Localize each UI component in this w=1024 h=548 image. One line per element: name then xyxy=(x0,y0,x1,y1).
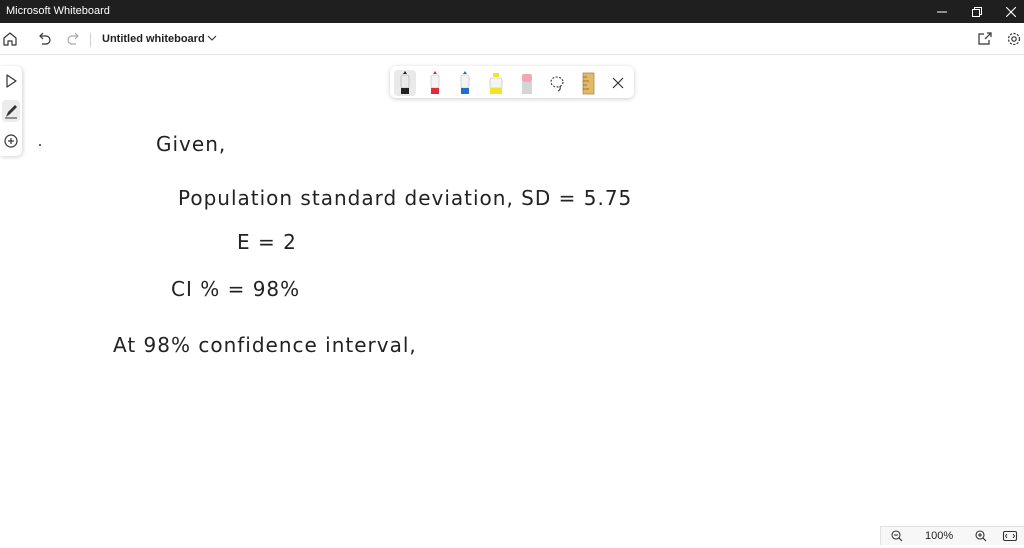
ink-line-population-sd: Population standard deviation, SD = 5.75 xyxy=(178,186,633,210)
inking-tool-button[interactable] xyxy=(2,100,20,122)
black-pen-tool[interactable] xyxy=(394,70,416,96)
ink-dot xyxy=(39,144,41,146)
settings-button[interactable] xyxy=(1004,29,1024,49)
zoom-out-icon xyxy=(891,530,903,542)
divider xyxy=(90,33,91,47)
select-tool-button[interactable] xyxy=(2,70,20,92)
chevron-down-icon[interactable] xyxy=(207,34,217,42)
window-title: Microsoft Whiteboard xyxy=(6,5,110,17)
title-bar: Microsoft Whiteboard xyxy=(0,0,1024,23)
share-button[interactable] xyxy=(975,29,995,49)
add-button[interactable] xyxy=(2,130,20,152)
pointer-icon xyxy=(6,74,17,88)
ruler-icon xyxy=(582,72,595,95)
red-pen-tool[interactable] xyxy=(424,70,446,96)
highlighter-tool[interactable] xyxy=(485,70,507,96)
blue-pen-icon xyxy=(460,71,470,94)
restore-button[interactable] xyxy=(960,0,994,23)
fit-to-screen-button[interactable] xyxy=(1002,529,1018,543)
home-icon xyxy=(3,32,17,46)
fit-screen-icon xyxy=(1002,530,1018,542)
undo-icon xyxy=(39,32,51,45)
lasso-select-tool[interactable] xyxy=(546,70,568,96)
restore-icon xyxy=(972,7,982,17)
redo-button[interactable] xyxy=(64,29,84,49)
ink-line-margin-error: E = 2 xyxy=(237,230,297,254)
ink-line-confidence-percent: CI % = 98% xyxy=(171,277,301,301)
whiteboard-canvas[interactable]: Given, Population standard deviation, SD… xyxy=(0,55,1024,544)
pen-icon xyxy=(5,105,17,119)
undo-button[interactable] xyxy=(34,29,54,49)
ink-line-given: Given, xyxy=(156,132,227,156)
zoom-in-button[interactable] xyxy=(973,529,989,543)
close-icon xyxy=(1006,7,1016,17)
minimize-icon xyxy=(937,11,947,13)
minimize-button[interactable] xyxy=(925,0,959,23)
close-window-button[interactable] xyxy=(994,0,1024,23)
black-pen-icon xyxy=(400,71,410,94)
zoom-in-icon xyxy=(975,530,987,542)
close-icon xyxy=(612,77,624,89)
gear-icon xyxy=(1007,32,1021,46)
ruler-tool[interactable] xyxy=(577,70,599,96)
plus-circle-icon xyxy=(4,134,18,148)
blue-pen-tool[interactable] xyxy=(454,70,476,96)
share-icon xyxy=(978,32,992,45)
zoom-out-button[interactable] xyxy=(889,529,905,543)
left-toolbar xyxy=(0,66,22,156)
lasso-icon xyxy=(550,76,564,92)
zoom-level[interactable]: 100% xyxy=(925,530,953,542)
highlighter-icon xyxy=(489,73,503,94)
redo-icon xyxy=(67,32,79,45)
eraser-tool[interactable] xyxy=(516,70,538,96)
home-button[interactable] xyxy=(0,29,20,49)
pen-tray xyxy=(390,66,634,98)
document-title[interactable]: Untitled whiteboard xyxy=(102,33,205,45)
red-pen-icon xyxy=(430,71,440,94)
eraser-icon xyxy=(522,74,532,94)
close-pen-tray-button[interactable] xyxy=(607,70,629,96)
zoom-bar: 100% xyxy=(880,526,1024,545)
ink-line-at-confidence-interval: At 98% confidence interval, xyxy=(113,333,417,357)
app-bar: Untitled whiteboard xyxy=(0,23,1024,55)
